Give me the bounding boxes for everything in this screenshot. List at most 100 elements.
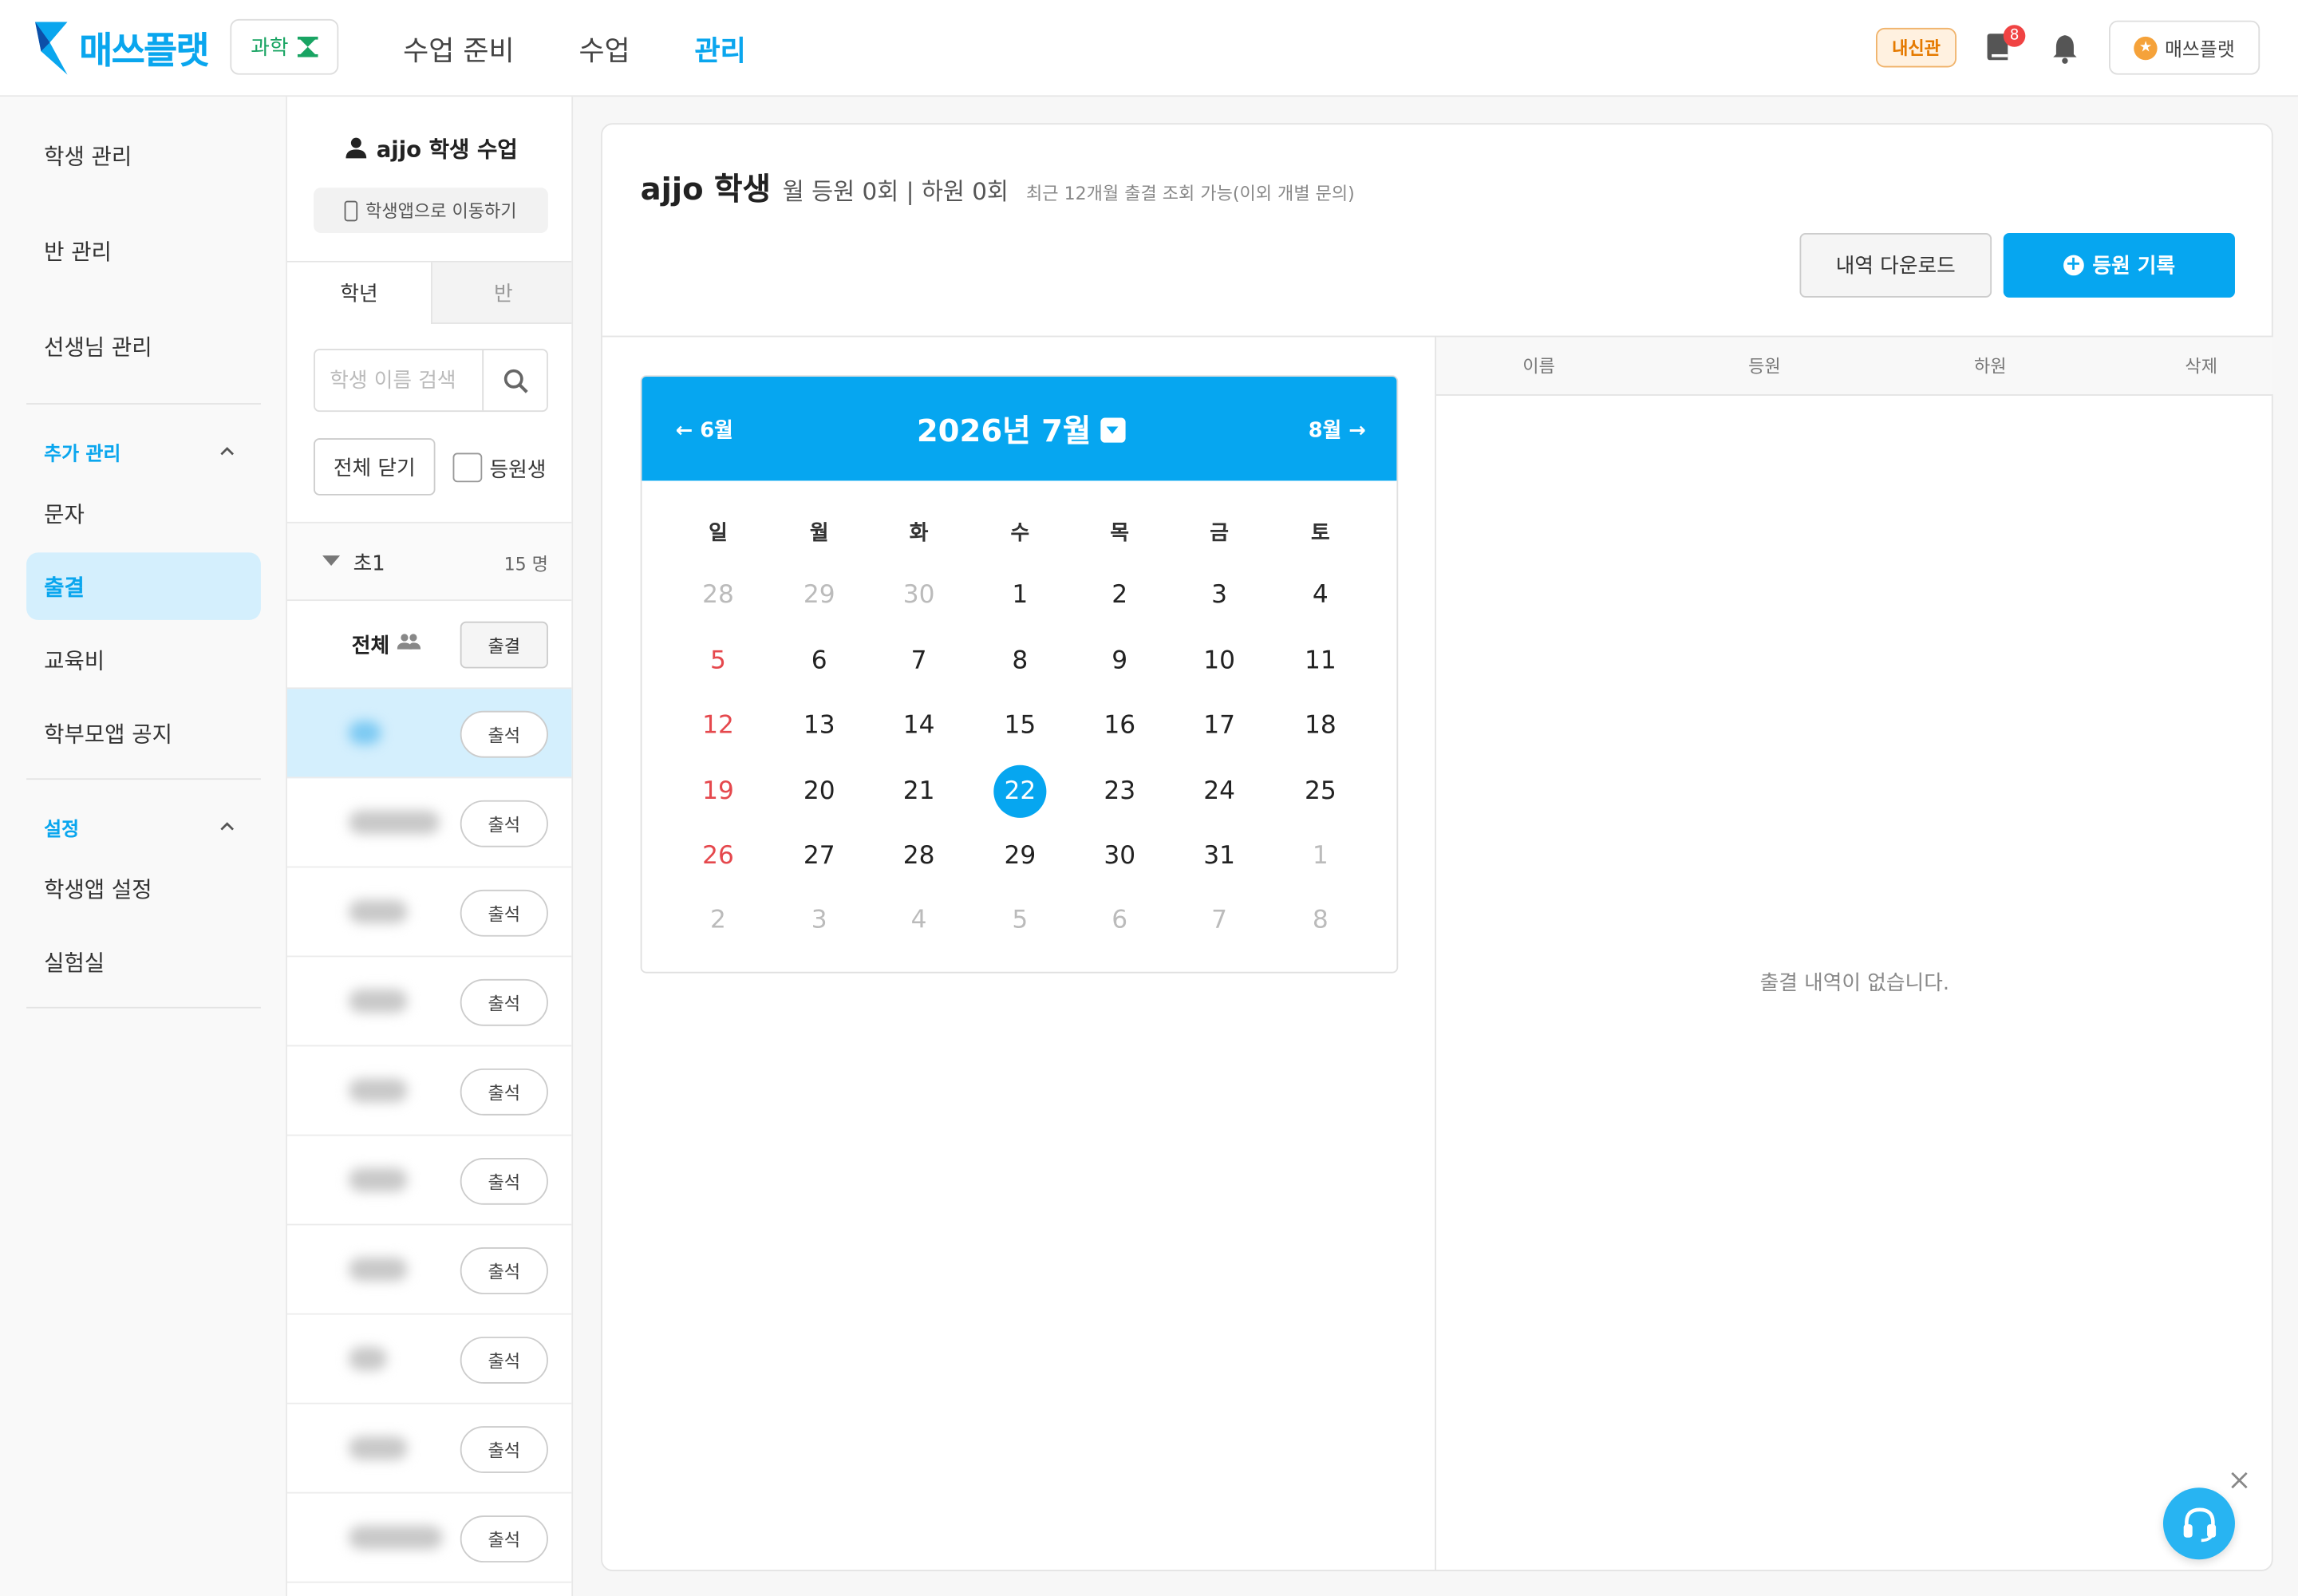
calendar-title[interactable]: 2026년 7월: [642, 408, 1396, 452]
calendar-day[interactable]: 26: [692, 830, 744, 883]
calendar-day[interactable]: 6: [793, 634, 846, 687]
attend-button[interactable]: 출석: [460, 1515, 548, 1562]
calendar-day[interactable]: 5: [692, 634, 744, 687]
calendar-day[interactable]: 15: [993, 699, 1046, 752]
calendar-day[interactable]: 2: [692, 894, 744, 946]
student-row[interactable]: 출석: [286, 689, 572, 779]
calendar-day[interactable]: 10: [1193, 634, 1246, 687]
sidebar-item-lab[interactable]: 실험실: [44, 947, 105, 978]
calendar-day[interactable]: 1: [993, 569, 1046, 622]
download-history-button[interactable]: 내역 다운로드: [1799, 233, 1992, 298]
calendar-day[interactable]: 30: [893, 569, 946, 622]
attend-button[interactable]: 출석: [460, 978, 548, 1026]
grade-group-header[interactable]: 초1 15 명: [286, 521, 572, 602]
calendar-day[interactable]: 13: [793, 699, 846, 752]
calendar-day[interactable]: 3: [1193, 569, 1246, 622]
nav-lesson-prep[interactable]: 수업 준비: [403, 29, 515, 69]
calendar-day[interactable]: 1: [1294, 830, 1347, 883]
calendar-day[interactable]: 18: [1294, 699, 1347, 752]
calendar-day[interactable]: 29: [793, 569, 846, 622]
sidebar-item-parent-notice[interactable]: 학부모앱 공지: [44, 718, 172, 749]
go-to-student-app-button[interactable]: 학생앱으로 이동하기: [314, 188, 548, 234]
sidebar-section-settings[interactable]: 설정: [44, 813, 79, 842]
all-attendance-button[interactable]: 출결: [460, 621, 548, 669]
sidebar-item-classes[interactable]: 반 관리: [44, 236, 112, 267]
chevron-up-icon[interactable]: [220, 820, 235, 834]
calendar-day[interactable]: 4: [1294, 569, 1347, 622]
all-students-row[interactable]: 전체 출결: [286, 601, 572, 689]
calendar-day[interactable]: 14: [893, 699, 946, 752]
student-row[interactable]: 출석: [286, 1494, 572, 1583]
calendar-day[interactable]: 7: [893, 634, 946, 687]
sidebar-item-teachers[interactable]: 선생님 관리: [44, 331, 152, 362]
student-row[interactable]: 출석: [286, 957, 572, 1047]
attend-button[interactable]: 출석: [460, 1157, 548, 1205]
attend-button[interactable]: 출석: [460, 800, 548, 847]
calendar-day[interactable]: 27: [793, 830, 846, 883]
calendar-day[interactable]: 29: [993, 830, 1046, 883]
calendar-day[interactable]: 30: [1093, 830, 1146, 883]
user-menu-button[interactable]: ★ 매쓰플랫: [2109, 20, 2260, 75]
next-month-button[interactable]: 8월 →: [1309, 415, 1366, 444]
student-search-input[interactable]: [314, 350, 484, 411]
logo[interactable]: 매쓰플랫: [35, 22, 210, 75]
close-all-button[interactable]: 전체 닫기: [314, 438, 436, 496]
calendar-day[interactable]: 21: [893, 765, 946, 818]
calendar-day[interactable]: 28: [893, 830, 946, 883]
student-row[interactable]: 출석: [286, 1404, 572, 1494]
sidebar-item-students[interactable]: 학생 관리: [44, 140, 132, 172]
calendar-day[interactable]: 2: [1093, 569, 1146, 622]
nav-lesson[interactable]: 수업: [578, 29, 630, 69]
sidebar-item-sms[interactable]: 문자: [44, 498, 85, 529]
attend-button[interactable]: 출석: [460, 1426, 548, 1473]
attend-button[interactable]: 출석: [460, 889, 548, 937]
calendar-day[interactable]: 20: [793, 765, 846, 818]
calendar-day[interactable]: 3: [793, 894, 846, 946]
close-icon[interactable]: [2229, 1470, 2250, 1491]
calendar-day[interactable]: 5: [993, 894, 1046, 946]
student-row[interactable]: 출석: [286, 1315, 572, 1404]
student-row[interactable]: 출석: [286, 1046, 572, 1136]
dropdown-icon[interactable]: [1100, 417, 1125, 443]
sidebar-section-extra[interactable]: 추가 관리: [44, 438, 120, 467]
calendar-day[interactable]: 8: [1294, 894, 1347, 946]
calendar-day[interactable]: 17: [1193, 699, 1246, 752]
calendar-day[interactable]: 8: [993, 634, 1046, 687]
calendar-day[interactable]: 16: [1093, 699, 1146, 752]
attending-checkbox-label[interactable]: 등원생: [489, 454, 546, 484]
student-row[interactable]: 출석: [286, 867, 572, 958]
student-row[interactable]: 출석: [286, 1225, 572, 1315]
calendar-day[interactable]: 6: [1093, 894, 1146, 946]
calendar-day[interactable]: 24: [1193, 765, 1246, 818]
student-row[interactable]: 출석: [286, 1136, 572, 1226]
calendar-day[interactable]: 12: [692, 699, 744, 752]
tab-class[interactable]: 반: [430, 262, 572, 324]
calendar-day[interactable]: 25: [1294, 765, 1347, 818]
search-button[interactable]: [482, 350, 548, 411]
calendar-day[interactable]: 9: [1093, 634, 1146, 687]
calendar-day[interactable]: 22: [993, 764, 1047, 818]
calendar-day[interactable]: 19: [692, 765, 744, 818]
student-row[interactable]: 출석: [286, 778, 572, 868]
calendar-day[interactable]: 7: [1193, 894, 1246, 946]
sidebar-item-tuition[interactable]: 교육비: [44, 645, 105, 676]
attend-button[interactable]: 출석: [460, 1337, 548, 1384]
calendar-day[interactable]: 11: [1294, 634, 1347, 687]
support-chat-button[interactable]: [2162, 1487, 2235, 1560]
naesin-badge[interactable]: 내신관: [1875, 27, 1956, 68]
attend-button[interactable]: 출석: [460, 710, 548, 758]
sidebar-item-attendance[interactable]: 출결: [44, 571, 85, 602]
sidebar-item-student-app-settings[interactable]: 학생앱 설정: [44, 874, 152, 905]
chevron-up-icon[interactable]: [220, 444, 235, 459]
subject-selector[interactable]: 과학: [230, 18, 339, 75]
calendar-day[interactable]: 23: [1093, 765, 1146, 818]
calendar-day[interactable]: 31: [1193, 830, 1246, 883]
record-arrival-button[interactable]: + 등원 기록: [2003, 233, 2235, 298]
nav-manage[interactable]: 관리: [694, 29, 745, 69]
attend-button[interactable]: 출석: [460, 1247, 548, 1294]
calendar-day[interactable]: 28: [692, 569, 744, 622]
calendar-day[interactable]: 4: [893, 894, 946, 946]
tab-grade[interactable]: 학년: [286, 262, 431, 324]
attend-button[interactable]: 출석: [460, 1068, 548, 1116]
attending-checkbox[interactable]: [452, 452, 483, 483]
